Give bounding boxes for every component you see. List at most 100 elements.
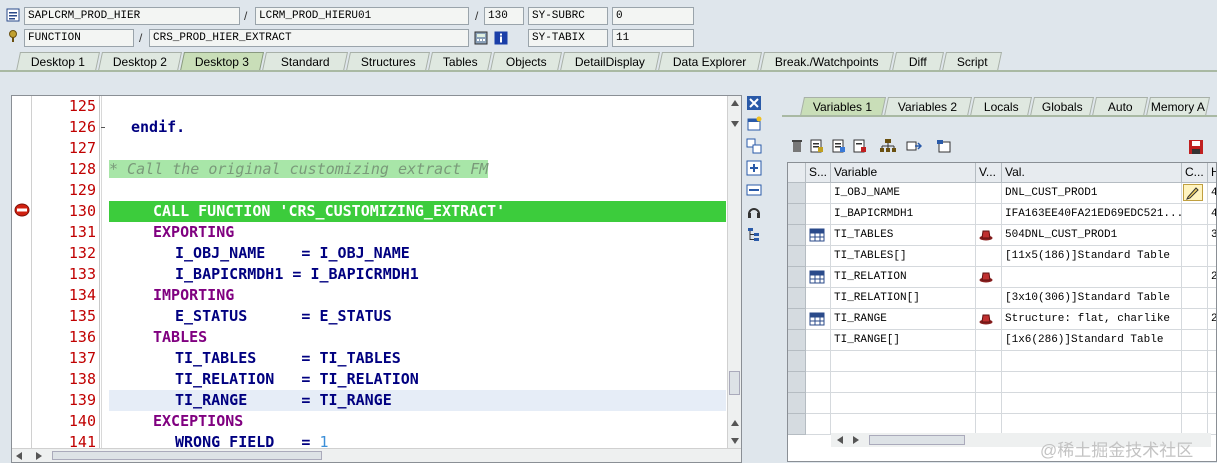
empty-cell[interactable] bbox=[1182, 414, 1208, 435]
calculator-icon[interactable] bbox=[474, 31, 488, 45]
code-line[interactable]: TI_TABLES = TI_TABLES bbox=[109, 348, 726, 369]
hierarchy-icon[interactable] bbox=[880, 139, 896, 153]
empty-cell[interactable] bbox=[1208, 351, 1216, 372]
empty-cell[interactable] bbox=[1002, 414, 1182, 435]
scroll-right-icon[interactable] bbox=[36, 452, 42, 460]
row-selector[interactable] bbox=[788, 330, 806, 351]
variable-cell[interactable]: I_BAPICRMDH1 bbox=[831, 204, 976, 225]
empty-cell[interactable] bbox=[831, 414, 976, 435]
hex-cell[interactable] bbox=[1208, 288, 1216, 309]
tab-break-watchpoints[interactable]: Break./Watchpoints bbox=[759, 52, 895, 71]
grid-header[interactable]: V... bbox=[976, 163, 1002, 183]
empty-cell[interactable] bbox=[1002, 372, 1182, 393]
breakpoint-gutter[interactable] bbox=[12, 96, 32, 448]
status-cell[interactable] bbox=[806, 288, 831, 309]
code-line[interactable]: endif. bbox=[101, 117, 726, 138]
tab-auto[interactable]: Auto bbox=[1091, 97, 1149, 116]
value-cell[interactable]: DNL_CUST_PROD1 bbox=[1002, 183, 1182, 204]
grid-header[interactable]: Variable bbox=[831, 163, 976, 183]
source-editor[interactable]: 125 126 127 128 129 130 131 132 133 134 135 136 137 1… bbox=[11, 95, 742, 463]
value-type-cell[interactable] bbox=[976, 204, 1002, 225]
row-selector[interactable] bbox=[788, 246, 806, 267]
empty-cell[interactable] bbox=[976, 351, 1002, 372]
row-selector[interactable] bbox=[788, 351, 806, 372]
empty-cell[interactable] bbox=[1002, 351, 1182, 372]
empty-cell[interactable] bbox=[1208, 414, 1216, 435]
hex-cell[interactable]: 4 bbox=[1208, 183, 1216, 204]
change-cell[interactable] bbox=[1182, 225, 1208, 246]
program-field[interactable]: SAPLCRM_PROD_HIER bbox=[24, 7, 240, 25]
export-icon[interactable] bbox=[832, 139, 846, 153]
empty-cell[interactable] bbox=[831, 393, 976, 414]
change-cell[interactable] bbox=[1182, 267, 1208, 288]
value-type-cell[interactable] bbox=[976, 183, 1002, 204]
tab-tables[interactable]: Tables bbox=[427, 52, 493, 71]
line-field[interactable]: 130 bbox=[484, 7, 524, 25]
empty-cell[interactable] bbox=[806, 414, 831, 435]
hex-cell[interactable] bbox=[1208, 246, 1216, 267]
change-cell[interactable] bbox=[1182, 309, 1208, 330]
empty-cell[interactable] bbox=[976, 414, 1002, 435]
scroll-left-icon[interactable] bbox=[16, 452, 22, 460]
value-type-cell[interactable] bbox=[976, 330, 1002, 351]
code-line[interactable]: TI_RANGE = TI_RANGE bbox=[109, 390, 726, 411]
change-cell[interactable] bbox=[1182, 288, 1208, 309]
include-field[interactable]: LCRM_PROD_HIERU01 bbox=[255, 7, 469, 25]
tab-diff[interactable]: Diff bbox=[891, 52, 945, 71]
status-cell[interactable] bbox=[806, 330, 831, 351]
tab-locals[interactable]: Locals bbox=[969, 97, 1033, 116]
code-line[interactable]: E_STATUS = E_STATUS bbox=[109, 306, 726, 327]
tab-data-explorer[interactable]: Data Explorer bbox=[657, 52, 763, 71]
new-window-icon[interactable] bbox=[746, 116, 762, 132]
fold-marker[interactable] bbox=[101, 127, 105, 128]
row-selector[interactable] bbox=[788, 309, 806, 330]
grid-corner[interactable] bbox=[788, 163, 806, 183]
change-cell[interactable] bbox=[1182, 246, 1208, 267]
variable-cell[interactable]: TI_TABLES bbox=[831, 225, 976, 246]
value-cell[interactable]: [11x5(186)]Standard Table bbox=[1002, 246, 1182, 267]
grid-header[interactable]: C... bbox=[1182, 163, 1208, 183]
value-type-cell[interactable] bbox=[976, 267, 1002, 288]
status-cell[interactable] bbox=[806, 267, 831, 288]
hex-cell[interactable]: 2 bbox=[1208, 309, 1216, 330]
tab-structures[interactable]: Structures bbox=[345, 52, 431, 71]
headset-icon[interactable] bbox=[746, 204, 762, 220]
empty-cell[interactable] bbox=[1208, 372, 1216, 393]
sysubrc-value[interactable]: 0 bbox=[612, 7, 694, 25]
scroll-down-icon[interactable] bbox=[731, 121, 739, 127]
variable-cell[interactable]: TI_RANGE[] bbox=[831, 330, 976, 351]
grid-header[interactable]: Val. bbox=[1002, 163, 1182, 183]
value-cell[interactable]: Structure: flat, charlike bbox=[1002, 309, 1182, 330]
save-icon[interactable] bbox=[1188, 139, 1204, 155]
row-selector[interactable] bbox=[788, 204, 806, 225]
code-line[interactable]: TI_RELATION = TI_RELATION bbox=[109, 369, 726, 390]
hex-cell[interactable]: 4 bbox=[1208, 204, 1216, 225]
empty-cell[interactable] bbox=[1182, 393, 1208, 414]
variable-cell[interactable]: TI_RELATION bbox=[831, 267, 976, 288]
variable-cell[interactable]: I_OBJ_NAME bbox=[831, 183, 976, 204]
empty-cell[interactable] bbox=[806, 393, 831, 414]
code-line[interactable]: TABLES bbox=[109, 327, 726, 348]
empty-cell[interactable] bbox=[976, 372, 1002, 393]
row-selector[interactable] bbox=[788, 267, 806, 288]
tab-script[interactable]: Script bbox=[941, 52, 1003, 71]
empty-cell[interactable] bbox=[806, 351, 831, 372]
scroll-thumb[interactable] bbox=[729, 371, 740, 395]
code-line[interactable]: I_OBJ_NAME = I_OBJ_NAME bbox=[109, 243, 726, 264]
maximize-icon[interactable] bbox=[746, 160, 762, 176]
empty-cell[interactable] bbox=[831, 372, 976, 393]
save-variables-icon[interactable] bbox=[853, 139, 867, 153]
window-icon[interactable] bbox=[936, 139, 952, 153]
code-area[interactable]: endif. * Call the original customizing ex… bbox=[99, 96, 726, 451]
value-cell[interactable]: IFA163EE40FA21ED69EDC521... bbox=[1002, 204, 1182, 225]
code-line[interactable]: EXPORTING bbox=[109, 222, 726, 243]
delete-icon[interactable] bbox=[790, 139, 804, 153]
row-selector[interactable] bbox=[788, 414, 806, 435]
value-cell[interactable] bbox=[1002, 267, 1182, 288]
tree-icon[interactable] bbox=[746, 226, 762, 242]
code-line[interactable]: I_BAPICRMDH1 = I_BAPICRMDH1 bbox=[109, 264, 726, 285]
empty-cell[interactable] bbox=[1002, 393, 1182, 414]
empty-cell[interactable] bbox=[1208, 393, 1216, 414]
tab-variables-2[interactable]: Variables 2 bbox=[883, 97, 973, 116]
value-type-cell[interactable] bbox=[976, 288, 1002, 309]
